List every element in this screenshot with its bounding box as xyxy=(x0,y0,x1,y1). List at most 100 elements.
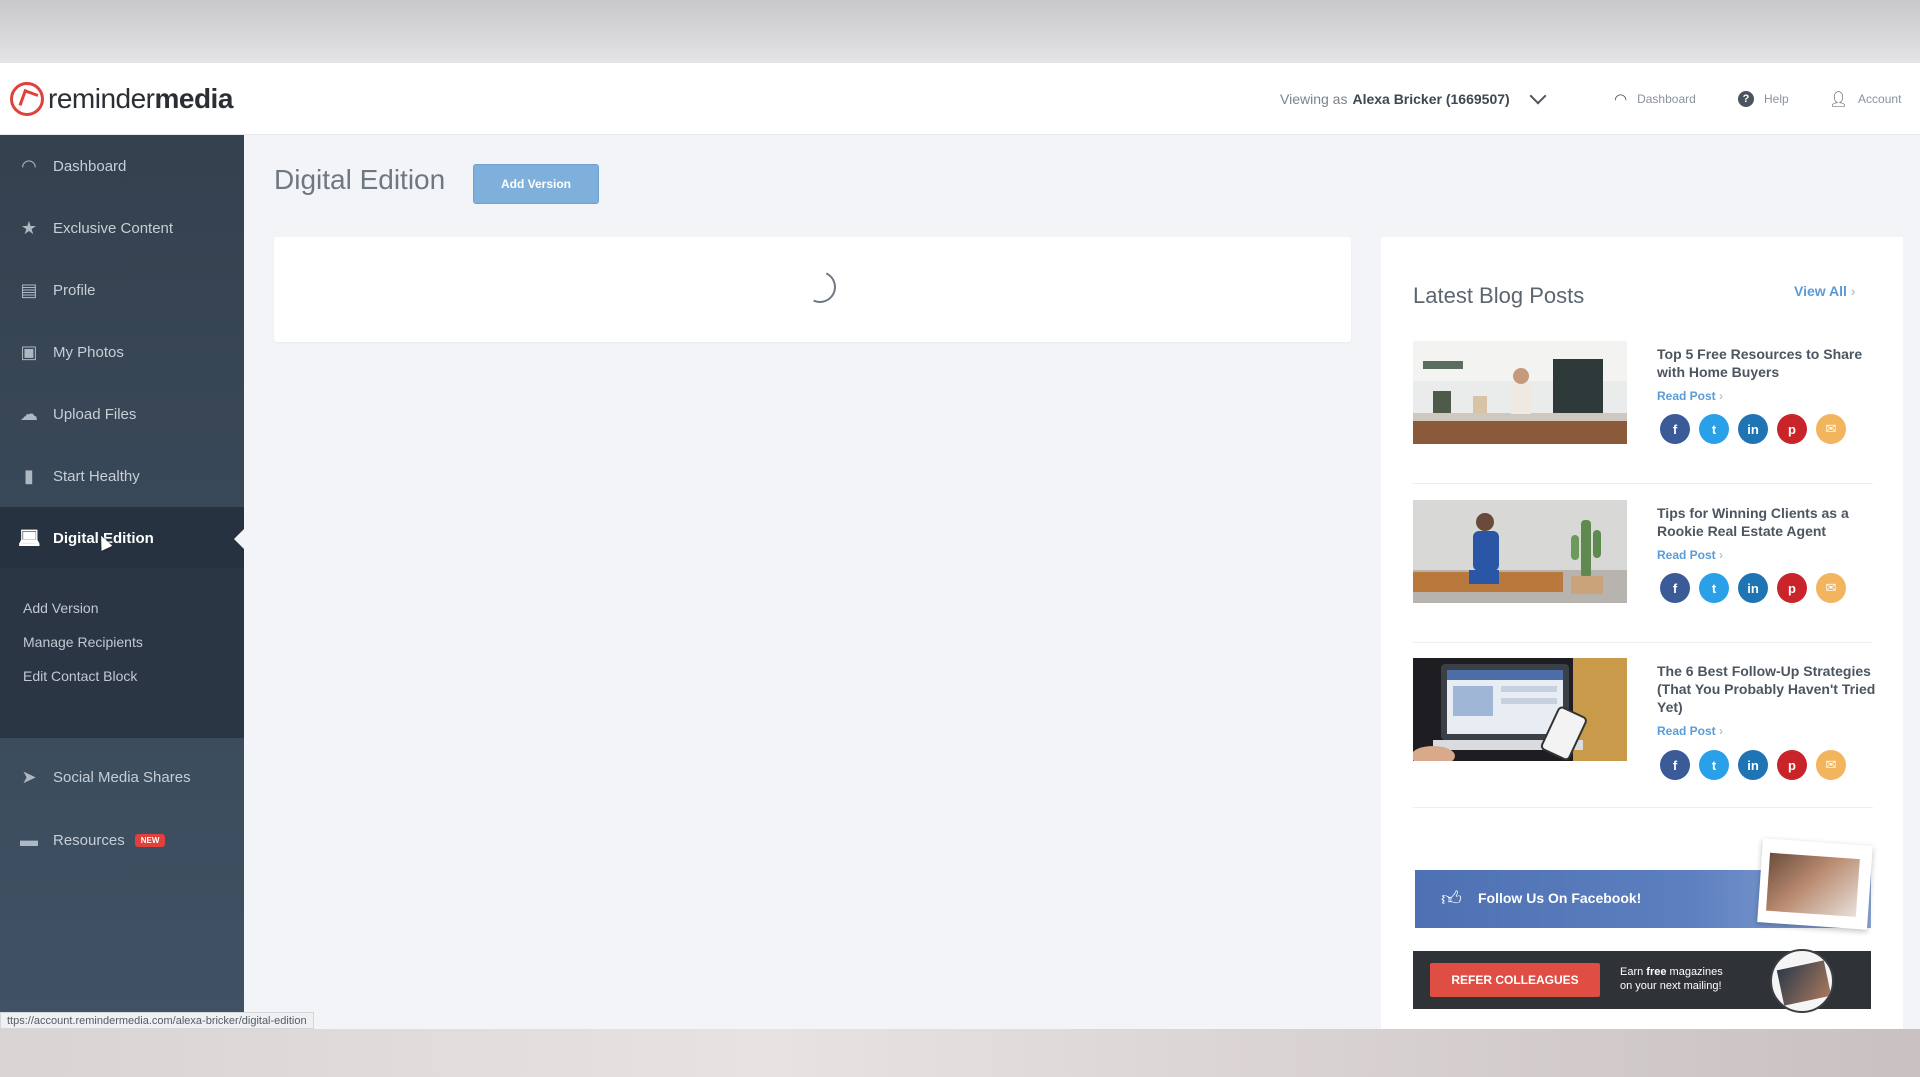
header-help-label: Help xyxy=(1764,92,1789,106)
sidebar-item-label: Upload Files xyxy=(53,405,137,423)
facebook-icon[interactable]: f xyxy=(1660,750,1690,780)
dashboard-gauge-icon: ◠ xyxy=(21,155,37,176)
logo-mark-icon xyxy=(10,81,44,116)
help-icon: ? xyxy=(1738,91,1754,107)
logo-wordmark: remindermedia xyxy=(48,82,233,114)
refer-colleagues-button[interactable]: REFER COLLEAGUES xyxy=(1430,963,1600,997)
chevron-right-icon: › xyxy=(1719,724,1724,738)
pinterest-icon[interactable]: p xyxy=(1777,573,1807,603)
sidebar-item-label: Profile xyxy=(53,281,96,299)
sidebar: ◠ Dashboard ★ Exclusive Content ▤ Profil… xyxy=(0,135,244,1012)
sidebar-item-start-healthy[interactable]: ▮ Start Healthy xyxy=(0,445,244,507)
document-icon: ▤ xyxy=(20,279,38,300)
paper-plane-icon: ➤ xyxy=(21,766,37,787)
sidebar-item-label: Resources xyxy=(53,831,125,849)
magazine-image xyxy=(1757,838,1873,930)
facebook-icon[interactable]: f xyxy=(1660,573,1690,603)
share-buttons: f t in p ✉ xyxy=(1660,750,1846,780)
book-icon: ▮ xyxy=(24,465,34,486)
refer-promo-text: Earn free magazines on your next mailing… xyxy=(1620,966,1723,992)
video-frame-top xyxy=(0,0,1920,63)
viewing-label: Viewing as xyxy=(1280,91,1348,107)
pinterest-icon[interactable]: p xyxy=(1777,414,1807,444)
user-icon: 👤︎ xyxy=(1829,91,1849,108)
chevron-down-icon[interactable] xyxy=(1529,87,1547,105)
twitter-icon[interactable]: t xyxy=(1699,573,1729,603)
blog-post-thumbnail[interactable] xyxy=(1413,341,1627,444)
sidebar-item-profile[interactable]: ▤ Profile xyxy=(0,259,244,321)
magazines-image xyxy=(1770,949,1834,1013)
blog-post-title[interactable]: Tips for Winning Clients as a Rookie Rea… xyxy=(1657,504,1877,540)
blog-panel-title: Latest Blog Posts xyxy=(1413,283,1585,308)
submenu-edit-contact-block[interactable]: Edit Contact Block xyxy=(23,668,137,684)
laptop-icon: 💻︎ xyxy=(18,527,41,548)
sidebar-item-label: Social Media Shares xyxy=(53,768,191,786)
email-icon[interactable]: ✉ xyxy=(1816,414,1846,444)
sidebar-item-my-photos[interactable]: ▣ My Photos xyxy=(0,321,244,383)
digital-edition-submenu: Add Version Manage Recipients Edit Conta… xyxy=(0,568,244,738)
top-header: remindermedia Viewing as Alexa Bricker (… xyxy=(0,63,1920,135)
follow-facebook-banner[interactable]: 👍︎ Follow Us On Facebook! xyxy=(1415,838,1873,930)
submenu-add-version[interactable]: Add Version xyxy=(23,600,99,616)
sidebar-item-label: Start Healthy xyxy=(53,467,140,485)
add-version-button[interactable]: Add Version xyxy=(473,164,599,204)
cloud-upload-icon: ☁ xyxy=(20,403,38,424)
viewing-user: Alexa Bricker (1669507) xyxy=(1352,91,1510,107)
view-all-link[interactable]: View All › xyxy=(1794,283,1855,299)
sidebar-item-label: Dashboard xyxy=(53,157,127,175)
video-frame-bottom xyxy=(0,1029,1920,1077)
read-post-link[interactable]: Read Post › xyxy=(1657,389,1723,403)
divider xyxy=(1413,807,1873,808)
share-buttons: f t in p ✉ xyxy=(1660,414,1846,444)
linkedin-icon[interactable]: in xyxy=(1738,750,1768,780)
follow-facebook-text: Follow Us On Facebook! xyxy=(1478,890,1642,906)
linkedin-icon[interactable]: in xyxy=(1738,414,1768,444)
chevron-right-icon: › xyxy=(1719,548,1724,562)
page-title: Digital Edition xyxy=(274,164,446,195)
sidebar-item-resources[interactable]: ▬ Resources NEW xyxy=(0,809,244,871)
header-dashboard-link[interactable]: ◠ Dashboard xyxy=(1614,63,1696,135)
email-icon[interactable]: ✉ xyxy=(1816,750,1846,780)
latest-blog-posts-panel: Latest Blog Posts View All › Top 5 Free … xyxy=(1381,237,1903,1029)
photos-icon: ▣ xyxy=(20,341,38,362)
header-account-label: Account xyxy=(1858,92,1902,106)
twitter-icon[interactable]: t xyxy=(1699,414,1729,444)
blog-post: The 6 Best Follow-Up Strategies (That Yo… xyxy=(1413,658,1875,798)
sidebar-item-digital-edition[interactable]: 💻︎ Digital Edition xyxy=(0,507,244,569)
linkedin-icon[interactable]: in xyxy=(1738,573,1768,603)
browser-status-url: ttps://account.remindermedia.com/alexa-b… xyxy=(0,1012,314,1029)
remindermedia-logo[interactable]: remindermedia xyxy=(10,63,233,135)
blog-post: Top 5 Free Resources to Share with Home … xyxy=(1413,341,1873,481)
twitter-icon[interactable]: t xyxy=(1699,750,1729,780)
facebook-icon[interactable]: f xyxy=(1660,414,1690,444)
thumbs-up-icon: 👍︎ xyxy=(1441,888,1462,910)
sidebar-item-label: Exclusive Content xyxy=(53,219,174,237)
chevron-right-icon: › xyxy=(1719,389,1724,403)
blog-post-thumbnail[interactable] xyxy=(1413,500,1627,603)
header-dashboard-label: Dashboard xyxy=(1637,92,1696,106)
divider xyxy=(1413,483,1873,484)
header-help-link[interactable]: ? Help xyxy=(1738,63,1789,135)
sidebar-item-upload-files[interactable]: ☁ Upload Files xyxy=(0,383,244,445)
sidebar-item-dashboard[interactable]: ◠ Dashboard xyxy=(0,135,244,197)
divider xyxy=(1413,642,1873,643)
blog-post-title[interactable]: The 6 Best Follow-Up Strategies (That Yo… xyxy=(1657,662,1877,716)
digital-edition-content-card xyxy=(274,237,1351,342)
pinterest-icon[interactable]: p xyxy=(1777,750,1807,780)
read-post-link[interactable]: Read Post › xyxy=(1657,724,1723,738)
sidebar-item-social-media-shares[interactable]: ➤ Social Media Shares xyxy=(0,746,244,808)
submenu-manage-recipients[interactable]: Manage Recipients xyxy=(23,634,143,650)
read-post-link[interactable]: Read Post › xyxy=(1657,548,1723,562)
share-buttons: f t in p ✉ xyxy=(1660,573,1846,603)
chevron-right-icon: › xyxy=(1850,283,1856,299)
sidebar-item-label: My Photos xyxy=(53,343,124,361)
blog-post-title[interactable]: Top 5 Free Resources to Share with Home … xyxy=(1657,345,1877,381)
briefcase-icon: ▬ xyxy=(20,829,38,850)
sidebar-item-exclusive-content[interactable]: ★ Exclusive Content xyxy=(0,197,244,259)
new-badge: NEW xyxy=(134,833,166,847)
viewing-as-selector[interactable]: Viewing as Alexa Bricker (1669507) xyxy=(1280,63,1547,135)
header-account-link[interactable]: 👤︎ Account xyxy=(1829,63,1901,135)
blog-post-thumbnail[interactable] xyxy=(1413,658,1627,761)
blog-post: Tips for Winning Clients as a Rookie Rea… xyxy=(1413,500,1873,640)
email-icon[interactable]: ✉ xyxy=(1816,573,1846,603)
